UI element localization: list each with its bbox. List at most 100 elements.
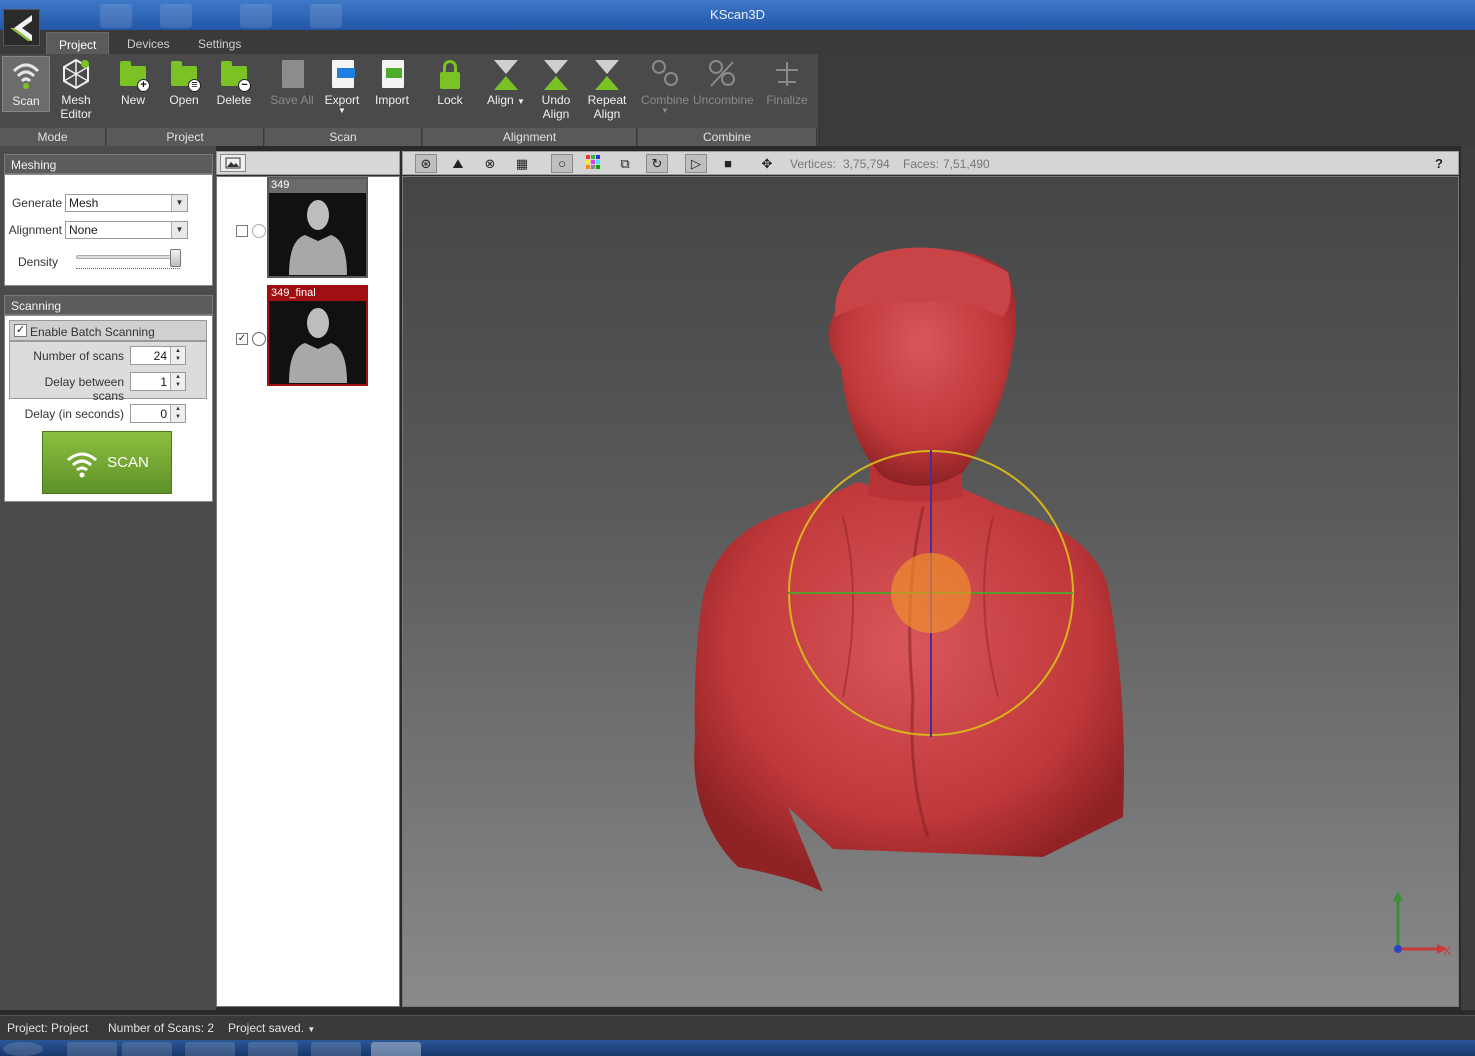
taskbar-app-icon[interactable]	[248, 1042, 298, 1056]
open-project-button[interactable]: ≡ Open	[159, 56, 209, 107]
bust-preview-image	[289, 200, 347, 275]
play-icon[interactable]: ▷	[685, 154, 707, 173]
folder-open-icon: ≡	[169, 58, 201, 92]
color-grid-icon[interactable]	[582, 154, 604, 173]
uncombine-icon	[707, 58, 737, 90]
spin-arrows-icon[interactable]: ▲ ▼	[170, 405, 185, 422]
group-label-project: Project	[107, 128, 264, 146]
points-view-icon[interactable]: ▦	[511, 154, 533, 173]
new-project-button[interactable]: + New	[108, 56, 158, 107]
help-icon[interactable]: ?	[1428, 154, 1450, 173]
left-settings-panel: Meshing Generate Mesh ▼ Alignment None ▼…	[0, 146, 216, 1010]
num-scans-label: Number of scans	[33, 349, 124, 363]
save-all-button[interactable]: Save All	[267, 56, 317, 107]
folder-remove-icon: −	[219, 58, 251, 92]
meshing-header: Meshing	[4, 154, 213, 174]
3d-viewport[interactable]: X	[402, 176, 1459, 1007]
mesh-view-icon[interactable]: ⊛	[415, 154, 437, 173]
alignment-select[interactable]: None ▼	[65, 221, 188, 239]
tab-devices[interactable]: Devices	[115, 32, 182, 54]
delay-input[interactable]: 0 ▲ ▼	[130, 404, 186, 423]
export-button[interactable]: Export ▼	[317, 56, 367, 115]
repeat-align-button[interactable]: Repeat Align	[582, 56, 632, 121]
mesh-icon[interactable]	[252, 224, 266, 238]
scan-thumbnail-selected[interactable]: 349_final	[267, 285, 368, 386]
scan-mode-button[interactable]: Scan	[2, 56, 50, 112]
align-label: Align	[487, 93, 514, 107]
align-button[interactable]: Align ▼	[481, 56, 531, 109]
status-saved[interactable]: Project saved. ▼	[228, 1021, 315, 1035]
repeat-align-label: Repeat Align	[587, 93, 627, 121]
density-slider[interactable]	[76, 255, 180, 259]
alignment-value: None	[69, 223, 98, 237]
delay-label: Delay (in seconds)	[24, 407, 124, 421]
stop-icon[interactable]: ■	[717, 154, 739, 173]
right-dock-edge	[1461, 146, 1475, 1010]
taskbar-app-icon[interactable]	[67, 1042, 117, 1056]
delete-project-button[interactable]: − Delete	[209, 56, 259, 107]
density-slider-thumb[interactable]	[170, 249, 181, 267]
finalize-button[interactable]: Finalize	[762, 56, 812, 107]
save-all-icon	[277, 58, 307, 90]
delay-between-input[interactable]: 1 ▲ ▼	[130, 372, 186, 391]
spin-arrows-icon[interactable]: ▲ ▼	[170, 373, 185, 390]
undo-align-button[interactable]: Undo Align	[531, 56, 581, 121]
scan-visibility-checkbox[interactable]	[236, 225, 248, 237]
alignment-label: Alignment	[8, 223, 62, 237]
export-icon	[327, 58, 357, 90]
generate-value: Mesh	[69, 196, 99, 210]
image-view-button[interactable]	[220, 154, 246, 172]
scan-name: 349_final	[269, 287, 366, 301]
mesh-editor-label: Mesh Editor	[60, 93, 92, 121]
wifi-icon	[67, 452, 98, 477]
undo-align-label: Undo Align	[541, 93, 571, 121]
faces-label: Faces:	[903, 157, 940, 171]
mesh-editor-icon	[61, 58, 91, 90]
scan-thumbnail[interactable]: 349	[267, 177, 368, 278]
delay-between-value: 1	[160, 375, 167, 389]
tab-settings[interactable]: Settings	[186, 32, 253, 54]
undo-align-icon	[541, 58, 571, 90]
combine-button[interactable]: Combine ▼	[640, 56, 690, 115]
tab-project[interactable]: Project	[46, 32, 110, 54]
bust-preview-image	[289, 308, 347, 383]
combine-label: Combine	[640, 93, 690, 107]
vertices-value: 3,75,794	[843, 157, 890, 171]
folder-add-icon: +	[118, 58, 150, 92]
scan-button[interactable]: SCAN	[42, 431, 172, 494]
texture-view-icon[interactable]: ⛰	[447, 154, 469, 173]
taskbar-app-icon[interactable]	[122, 1042, 172, 1056]
scan-visibility-checkbox[interactable]: ✓	[236, 333, 248, 345]
delete-label: Delete	[216, 93, 252, 107]
scan-name: 349	[269, 179, 366, 193]
bounding-box-icon[interactable]: ⧉	[614, 154, 636, 173]
num-scans-input[interactable]: 24 ▲ ▼	[130, 346, 186, 365]
lock-label: Lock	[437, 93, 463, 107]
wireframe-view-icon[interactable]: ⊗	[479, 154, 501, 173]
app-logo[interactable]	[3, 9, 40, 46]
vertices-label: Vertices:	[790, 157, 837, 171]
taskbar-kscan3d-icon[interactable]	[371, 1042, 421, 1056]
scan-list-panel: 349 ✓ 349_final	[216, 176, 400, 1007]
taskbar-app-icon[interactable]	[311, 1042, 361, 1056]
title-bar: KScan3D	[0, 0, 1475, 30]
group-label-alignment: Alignment	[423, 128, 637, 146]
move-icon[interactable]: ✥	[756, 154, 778, 173]
rotate-icon[interactable]: ↻	[646, 154, 668, 173]
uncombine-button[interactable]: Uncombine	[693, 56, 754, 107]
import-button[interactable]: Import	[367, 56, 417, 107]
open-label: Open	[169, 93, 199, 107]
chevron-down-icon: ▼	[517, 97, 525, 106]
lock-button[interactable]: Lock	[425, 56, 475, 107]
batch-checkbox[interactable]: ✓	[14, 324, 27, 337]
batch-label: Enable Batch Scanning	[30, 325, 155, 339]
mesh-editor-button[interactable]: Mesh Editor	[51, 56, 101, 121]
taskbar-app-icon[interactable]	[185, 1042, 235, 1056]
light-icon[interactable]: ○	[551, 154, 573, 173]
spin-arrows-icon[interactable]: ▲ ▼	[170, 347, 185, 364]
generate-label: Generate	[11, 196, 62, 210]
chevron-down-icon: ▼	[307, 1025, 316, 1034]
start-button-icon[interactable]	[3, 1042, 43, 1056]
generate-select[interactable]: Mesh ▼	[65, 194, 188, 212]
mesh-icon[interactable]	[252, 332, 266, 346]
